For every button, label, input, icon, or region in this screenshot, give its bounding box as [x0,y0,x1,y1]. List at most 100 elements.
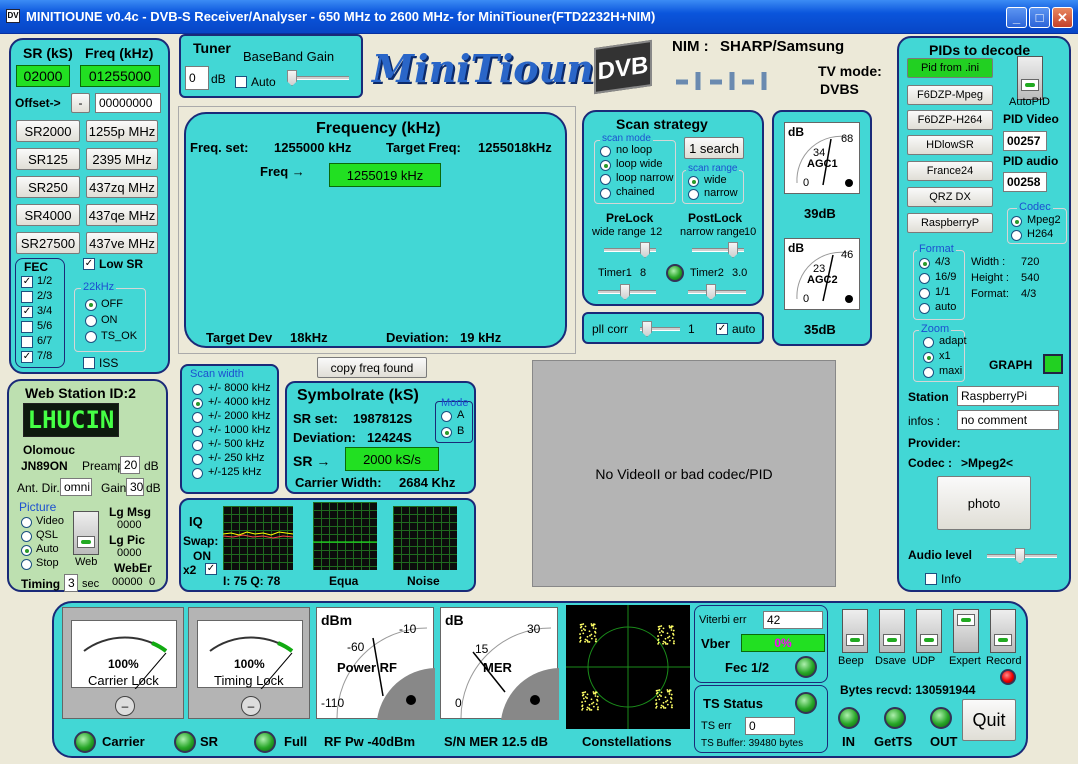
audio-level-thumb[interactable] [1015,548,1025,564]
scan-range-radio[interactable] [688,189,699,200]
format-radio[interactable] [919,288,930,299]
sr-preset-button[interactable]: SR2000 [16,120,80,142]
tuner-auto-checkbox[interactable] [235,76,247,88]
baseband-gain-thumb[interactable] [287,70,297,86]
picture-radio[interactable] [21,545,32,556]
carrier-lock-adjust-icon[interactable]: – [115,696,135,716]
iss-checkbox[interactable] [83,357,95,369]
one-search-button[interactable]: 1 search [684,137,744,159]
fec-checkbox[interactable] [21,291,33,303]
fec-checkbox[interactable]: ✓ [21,306,33,318]
scan-width-radio[interactable] [192,412,203,423]
offset-input[interactable]: 00000000 [95,93,161,113]
web-toggle[interactable] [73,511,99,555]
timer2-slider[interactable] [688,290,746,294]
gain-input[interactable]: 30 [126,478,144,496]
codec-radio[interactable] [1011,230,1022,241]
sr-mode-radio[interactable] [441,411,452,422]
offset-sign-button[interactable]: - [71,93,90,113]
quit-button[interactable]: Quit [962,699,1016,741]
fec-checkbox[interactable] [21,321,33,333]
picture-radio[interactable] [21,559,32,570]
x2-checkbox[interactable]: ✓ [205,563,217,575]
scan-mode-radio[interactable] [600,160,611,171]
pid-preset-button[interactable]: QRZ DX [907,187,993,207]
sr-mode-radio[interactable] [441,427,452,438]
tuner-gain-input[interactable]: 0 [185,66,209,90]
scan-width-radio[interactable] [192,426,203,437]
freq-preset-button[interactable]: 2395 MHz [86,148,158,170]
timing-input[interactable]: 3 [64,574,78,592]
freq-preset-button[interactable]: 437qe MHz [86,204,158,226]
fec-checkbox[interactable]: ✓ [21,276,33,288]
pid-audio-input[interactable]: 00258 [1003,172,1047,192]
pid-preset-button[interactable]: RaspberryP [907,213,993,233]
pid-preset-button[interactable]: France24 [907,161,993,181]
freq-preset-button[interactable]: 437ve MHz [86,232,158,254]
format-radio[interactable] [919,258,930,269]
codec-radio[interactable] [1011,216,1022,227]
pll-corr-thumb[interactable] [642,321,652,337]
timer2-thumb[interactable] [706,284,716,300]
zoom-radio[interactable] [923,367,934,378]
maximize-button[interactable]: □ [1029,7,1050,28]
ant-dir-input[interactable]: omni [60,478,92,496]
minimize-button[interactable]: _ [1006,7,1027,28]
22khz-radio[interactable] [85,315,97,327]
format-radio[interactable] [919,273,930,284]
autopid-toggle[interactable] [1017,56,1043,100]
22khz-radio[interactable] [85,299,97,311]
sr-preset-button[interactable]: SR125 [16,148,80,170]
ts-err-input[interactable]: 0 [745,717,795,735]
format-radio[interactable] [919,303,930,314]
info-checkbox[interactable] [925,573,937,585]
switch-toggle[interactable] [990,609,1016,653]
timer1-thumb[interactable] [620,284,630,300]
freq-preset-button[interactable]: 437zq MHz [86,176,158,198]
switch-toggle[interactable] [842,609,868,653]
postlock-thumb[interactable] [728,242,738,258]
scan-width-radio[interactable] [192,468,203,479]
pid-preset-button[interactable]: F6DZP-Mpeg [907,85,993,105]
scan-width-radio[interactable] [192,384,203,395]
scan-width-radio[interactable] [192,398,203,409]
pid-preset-button[interactable]: F6DZP-H264 [907,110,993,130]
sr-preset-button[interactable]: SR4000 [16,204,80,226]
sr-value[interactable]: 02000 [16,65,70,87]
infos-input[interactable]: no comment [957,410,1059,430]
copy-freq-button[interactable]: copy freq found [317,357,427,378]
scan-mode-radio[interactable] [600,174,611,185]
timing-lock-adjust-icon[interactable]: – [241,696,261,716]
scan-mode-radio[interactable] [600,188,611,199]
pid-preset-button[interactable]: Pid from .ini [907,58,993,78]
prelock-thumb[interactable] [640,242,650,258]
switch-toggle[interactable] [879,609,905,653]
preamp-input[interactable]: 20 [120,456,140,474]
scan-width-radio[interactable] [192,440,203,451]
zoom-radio[interactable] [923,337,934,348]
switch-toggle[interactable] [916,609,942,653]
sr-preset-button[interactable]: SR250 [16,176,80,198]
graph-toggle[interactable] [1043,354,1063,374]
zoom-radio[interactable] [923,352,934,363]
pll-auto-checkbox[interactable]: ✓ [716,323,728,335]
sr-preset-button[interactable]: SR27500 [16,232,80,254]
viterbi-input[interactable]: 42 [763,611,823,629]
freq-preset-button[interactable]: 1255p MHz [86,120,158,142]
picture-radio[interactable] [21,517,32,528]
freq-value[interactable]: 01255000 [80,65,160,87]
close-button[interactable]: ✕ [1052,7,1073,28]
station-input[interactable]: RaspberryPi [957,386,1059,406]
scan-range-radio[interactable] [688,176,699,187]
scan-mode-radio[interactable] [600,146,611,157]
picture-radio[interactable] [21,531,32,542]
fec-checkbox[interactable] [21,336,33,348]
pid-video-input[interactable]: 00257 [1003,131,1047,151]
scan-width-radio[interactable] [192,454,203,465]
switch-toggle[interactable] [953,609,979,653]
low-sr-checkbox[interactable]: ✓ [83,258,95,270]
pid-preset-button[interactable]: HDlowSR [907,135,993,155]
photo-button[interactable]: photo [937,476,1031,530]
22khz-radio[interactable] [85,331,97,343]
fec-checkbox[interactable]: ✓ [21,351,33,363]
